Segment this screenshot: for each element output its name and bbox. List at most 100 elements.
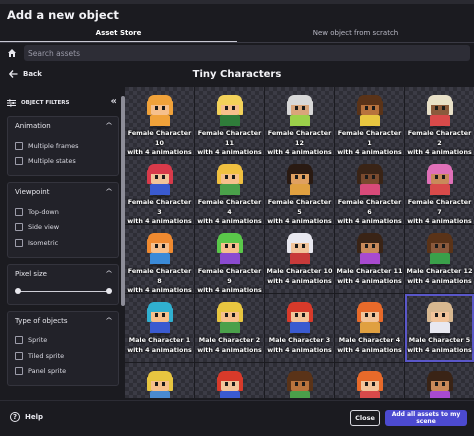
asset-card-label: Female Character 5 with 4 animations	[265, 198, 334, 227]
character-sprite-image	[214, 371, 246, 398]
checkbox[interactable]	[15, 223, 23, 232]
asset-card[interactable]: Male Character 2 with 4 animations	[195, 294, 264, 362]
asset-card[interactable]: Male Character 5 with 4 animations	[405, 294, 474, 362]
close-button[interactable]: Close	[350, 410, 380, 426]
page-title: Tiny Characters	[192, 69, 282, 80]
checkbox[interactable]	[15, 207, 23, 216]
checkbox[interactable]	[15, 157, 23, 166]
asset-card-label: Male Character 2 with 4 animations	[195, 336, 264, 355]
asset-card[interactable]: Female Character 4 with 4 animations	[195, 156, 264, 227]
asset-card[interactable]	[405, 363, 474, 398]
filter-option[interactable]: Multiple frames	[15, 138, 112, 154]
help-icon: ?	[10, 412, 20, 422]
asset-card[interactable]	[335, 363, 404, 398]
asset-card[interactable]: Male Character 12 with 4 animations	[405, 225, 474, 293]
help-label: Help	[25, 413, 44, 421]
character-sprite-image	[354, 164, 386, 198]
chevron-up-icon: ^	[104, 188, 114, 196]
filter-option-label: Isometric	[28, 238, 59, 247]
character-sprite-image	[284, 371, 316, 398]
home-button[interactable]	[0, 44, 24, 62]
asset-animation-count: with 4 animations	[127, 345, 192, 354]
asset-card[interactable]: Female Character 12 with 4 animations	[265, 87, 334, 156]
filter-option[interactable]: Sprite	[15, 333, 112, 349]
filter-panel-header[interactable]: Type of objects ^	[15, 317, 113, 325]
asset-animation-count: with 4 animations	[267, 345, 332, 354]
asset-card-label: Female Character 8 with 4 animations	[125, 267, 194, 296]
asset-card[interactable]: Female Character 7 with 4 animations	[405, 156, 474, 225]
filter-panel-title: Pixel size	[15, 269, 47, 278]
filter-panel-viewpoint: Viewpoint ^ Top-down Side view Isometric	[7, 182, 119, 258]
filter-option[interactable]: Tiled sprite	[15, 348, 112, 364]
character-sprite-image	[144, 95, 176, 129]
checkbox[interactable]	[15, 238, 23, 247]
filter-option-label: Panel sprite	[28, 367, 67, 376]
slider-min-handle[interactable]	[15, 287, 21, 294]
asset-card-label: Female Character 6 with 4 animations	[335, 198, 404, 227]
asset-card[interactable]	[265, 363, 334, 398]
asset-card[interactable]: Female Character 10 with 4 animations	[125, 87, 194, 156]
asset-card[interactable]: Female Character 2 with 4 animations	[405, 87, 474, 158]
asset-card[interactable]: Female Character 5 with 4 animations	[265, 156, 334, 227]
asset-card-label: Female Character 11 with 4 animations	[195, 129, 264, 158]
dialog-footer: ? Help Close Add all assets to my scene	[0, 400, 474, 436]
filter-panel-header[interactable]: Pixel size ^	[15, 269, 113, 278]
asset-card-label: Female Character 4 with 4 animations	[195, 198, 264, 227]
asset-card[interactable]	[195, 363, 264, 398]
asset-card[interactable]: Female Character 8 with 4 animations	[125, 225, 194, 296]
asset-card[interactable]: Female Character 9 with 4 animations	[195, 225, 264, 294]
filter-option[interactable]: Top-down	[15, 204, 112, 220]
asset-card[interactable]: Female Character 6 with 4 animations	[335, 156, 404, 227]
filter-option[interactable]: Multiple states	[15, 154, 112, 170]
search-box	[24, 45, 470, 61]
asset-card[interactable]: Female Character 11 with 4 animations	[195, 87, 264, 158]
asset-card-label: Male Character 10 with 4 animations	[265, 267, 334, 286]
character-sprite-image	[284, 164, 316, 198]
filter-option[interactable]: Panel sprite	[15, 364, 112, 380]
add-all-assets-button[interactable]: Add all assets to my scene	[385, 410, 467, 426]
help-button[interactable]: ? Help	[10, 412, 43, 422]
character-sprite-image	[354, 371, 386, 398]
asset-card[interactable]: Female Character 1 with 4 animations	[335, 87, 404, 156]
character-sprite-image	[214, 302, 246, 336]
character-sprite-image	[144, 233, 176, 267]
tab-asset-store[interactable]: Asset Store	[0, 26, 237, 43]
filter-panel-type-of-objects: Type of objects ^ Sprite Tiled sprite Pa…	[7, 310, 119, 386]
asset-card-label: Male Character 4 with 4 animations	[335, 336, 404, 355]
filter-option[interactable]: Side view	[15, 220, 112, 236]
filter-option[interactable]: Isometric	[15, 235, 112, 251]
character-sprite-image	[214, 164, 246, 198]
filter-panel-header[interactable]: Viewpoint ^	[15, 188, 114, 196]
filter-panel-title: Viewpoint	[15, 188, 50, 196]
asset-card-label: Female Character 2 with 4 animations	[405, 129, 474, 158]
asset-card[interactable]: Male Character 1 with 4 animations	[125, 294, 194, 362]
asset-name: Female Character 6	[337, 198, 402, 216]
character-sprite-image	[144, 371, 176, 398]
asset-animation-count: with 4 animations	[267, 276, 332, 285]
filter-panel-header[interactable]: Animation ^	[15, 122, 113, 130]
asset-animation-count: with 4 animations	[337, 345, 402, 354]
checkbox[interactable]	[15, 351, 23, 360]
asset-name: Male Character 3	[268, 336, 331, 344]
nav-row: Back Tiny Characters	[0, 66, 474, 86]
asset-card[interactable]: Male Character 3 with 4 animations	[265, 294, 334, 362]
checkbox[interactable]	[15, 336, 23, 345]
slider-max-handle[interactable]	[106, 287, 112, 294]
asset-card[interactable]: Male Character 11 with 4 animations	[335, 225, 404, 293]
collapse-sidebar-icon[interactable]: «	[111, 97, 117, 107]
asset-card[interactable]: Male Character 4 with 4 animations	[335, 294, 404, 362]
slider-track	[18, 290, 109, 292]
asset-name: Female Character 7	[407, 198, 472, 216]
asset-card[interactable]: Female Character 3 with 4 animations	[125, 156, 194, 225]
asset-name: Male Character 12	[406, 267, 473, 275]
filter-sliders-icon	[7, 99, 16, 107]
filter-option-label: Multiple frames	[28, 141, 79, 150]
asset-card[interactable]: Male Character 10 with 4 animations	[265, 225, 334, 293]
search-input[interactable]	[28, 48, 470, 58]
checkbox[interactable]	[15, 141, 23, 150]
asset-animation-count: with 4 animations	[337, 276, 402, 285]
asset-card[interactable]	[125, 363, 194, 398]
tab-new-object-from-scratch[interactable]: New object from scratch	[237, 26, 474, 43]
checkbox[interactable]	[15, 367, 23, 376]
pixel-size-range-slider[interactable]	[15, 286, 112, 298]
